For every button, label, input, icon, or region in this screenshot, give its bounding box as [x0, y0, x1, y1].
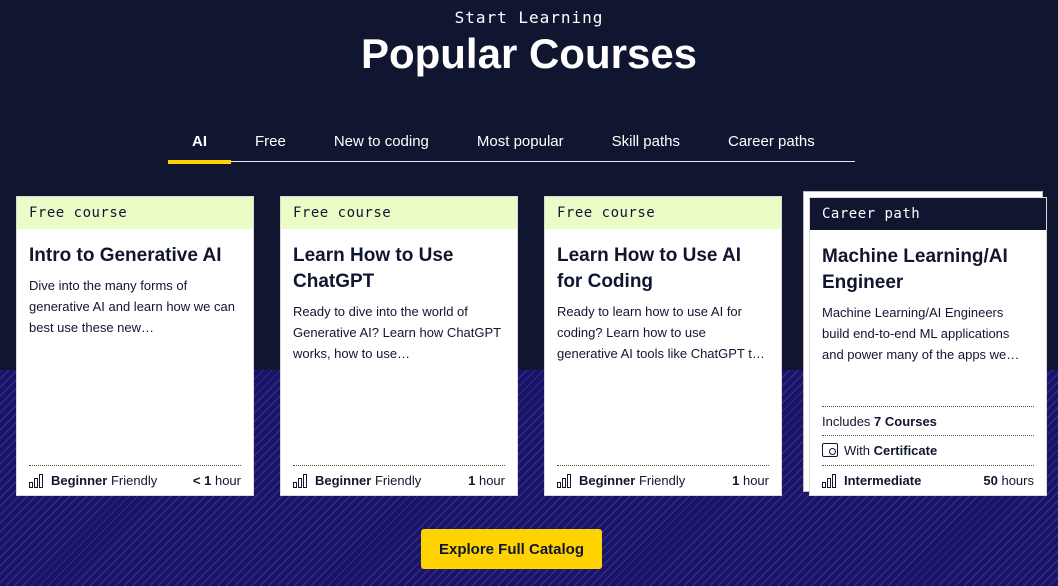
course-card-intro-generative-ai[interactable]: Free course Intro to Generative AI Dive … — [16, 196, 254, 496]
duration-label: 1 hour — [468, 473, 505, 488]
course-card-chatgpt[interactable]: Free course Learn How to Use ChatGPT Rea… — [280, 196, 518, 496]
duration-label: 1 hour — [732, 473, 769, 488]
course-card-ai-for-coding[interactable]: Free course Learn How to Use AI for Codi… — [544, 196, 782, 496]
course-title: Learn How to Use ChatGPT — [293, 245, 454, 292]
course-description: Ready to dive into the world of Generati… — [293, 304, 501, 361]
course-title: Machine Learning/AI Engineer — [822, 246, 1008, 293]
course-footer: Beginner Friendly 1 hour — [557, 465, 769, 495]
course-description: Dive into the many forms of generative A… — [29, 278, 235, 335]
certificate-icon — [822, 443, 838, 457]
course-title: Intro to Generative AI — [29, 245, 222, 266]
course-type-tag: Free course — [545, 197, 781, 229]
tab-ai[interactable]: AI — [168, 120, 231, 164]
tab-free[interactable]: Free — [231, 120, 310, 162]
course-type-tag: Career path — [810, 198, 1046, 230]
tab-career-paths[interactable]: Career paths — [704, 120, 839, 162]
course-description: Machine Learning/AI Engineers build end-… — [822, 305, 1020, 362]
course-type-tag: Free course — [17, 197, 253, 229]
course-title: Learn How to Use AI for Coding — [557, 245, 742, 292]
tab-most-popular[interactable]: Most popular — [453, 120, 588, 162]
course-description: Ready to learn how to use AI for coding?… — [557, 304, 765, 361]
bar-chart-icon — [557, 473, 573, 488]
course-footer: Beginner Friendly < 1 hour — [29, 465, 241, 495]
certificate-row: With Certificate — [822, 435, 1034, 464]
career-path-card-ml-ai-engineer[interactable]: Career path Machine Learning/AI Engineer… — [809, 197, 1047, 496]
tab-skill-paths[interactable]: Skill paths — [588, 120, 704, 162]
course-footer: Intermediate 50 hours — [822, 465, 1034, 495]
course-tabs: AI Free New to coding Most popular Skill… — [168, 120, 855, 164]
difficulty-label: Beginner Friendly — [51, 473, 158, 488]
difficulty-label: Beginner Friendly — [315, 473, 422, 488]
duration-label: 50 hours — [983, 473, 1034, 488]
includes-courses-row: Includes 7 Courses — [822, 406, 1034, 435]
section-title: Popular Courses — [360, 30, 698, 77]
tab-new-to-coding[interactable]: New to coding — [310, 120, 453, 162]
bar-chart-icon — [293, 473, 309, 488]
course-footer: Beginner Friendly 1 hour — [293, 465, 505, 495]
difficulty-label: Intermediate — [844, 473, 922, 488]
duration-label: < 1 hour — [192, 473, 241, 488]
explore-catalog-button[interactable]: Explore Full Catalog — [421, 529, 602, 569]
bar-chart-icon — [822, 473, 838, 488]
bar-chart-icon — [29, 473, 45, 488]
course-type-tag: Free course — [281, 197, 517, 229]
section-eyebrow: Start Learning — [454, 8, 604, 27]
difficulty-label: Beginner Friendly — [579, 473, 686, 488]
